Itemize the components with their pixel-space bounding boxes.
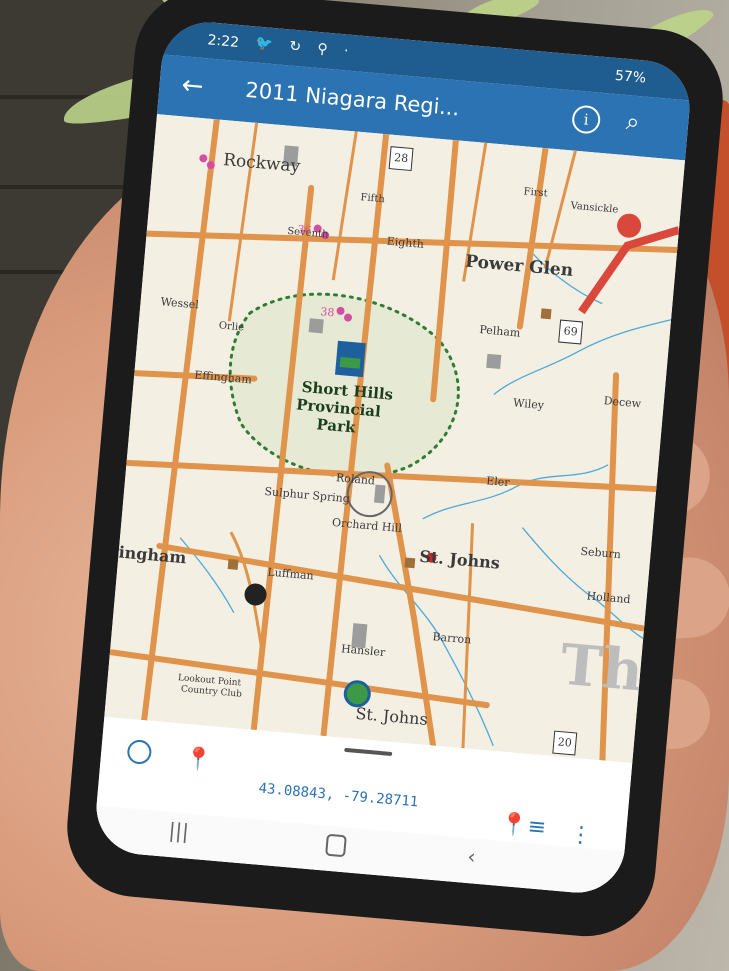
battery-level: 57% (614, 67, 647, 87)
label-wiley: Wiley (512, 396, 545, 412)
drop-pin-icon[interactable]: 📍 (184, 746, 213, 773)
label-fifth: Fifth (360, 192, 386, 206)
more-options-icon[interactable]: ⋮ (569, 822, 593, 849)
locate-me-icon[interactable] (126, 739, 153, 766)
highway-28-label: 28 (393, 150, 409, 166)
back-icon[interactable]: ‹ (467, 844, 477, 869)
map-view[interactable]: Rockway Power Glen Short Hills Provincia… (104, 114, 686, 764)
search-icon[interactable]: ⌕ (625, 107, 641, 136)
label-th: Th (557, 631, 646, 705)
label-park: Park (315, 415, 357, 437)
label-first: First (523, 186, 549, 200)
status-icons: 🐦 ↻ ⚲ · (254, 35, 356, 61)
highway-20-label: 20 (557, 735, 573, 750)
highway-69-label: 69 (563, 324, 579, 339)
recent-apps-icon[interactable]: ||| (168, 818, 190, 844)
label-eler: Eler (485, 474, 511, 490)
status-time: 2:22 (206, 32, 240, 51)
label-38: 38 (319, 305, 335, 320)
label-36: 36 (296, 222, 313, 238)
phone-screen: 2:22 🐦 ↻ ⚲ · 57% ← 2011 Niagara Regi... … (92, 18, 694, 897)
map-title: 2011 Niagara Regi... (244, 77, 461, 121)
info-icon[interactable]: i (571, 104, 602, 135)
home-icon[interactable] (325, 833, 347, 858)
label-orlie: Orlie (218, 320, 245, 334)
pin-list-icon[interactable]: 📍≡ (499, 812, 547, 841)
sheet-drag-handle[interactable] (344, 747, 393, 757)
back-arrow-icon[interactable]: ← (180, 70, 204, 102)
coordinates-readout: 43.08843, -79.28711 (257, 780, 419, 811)
